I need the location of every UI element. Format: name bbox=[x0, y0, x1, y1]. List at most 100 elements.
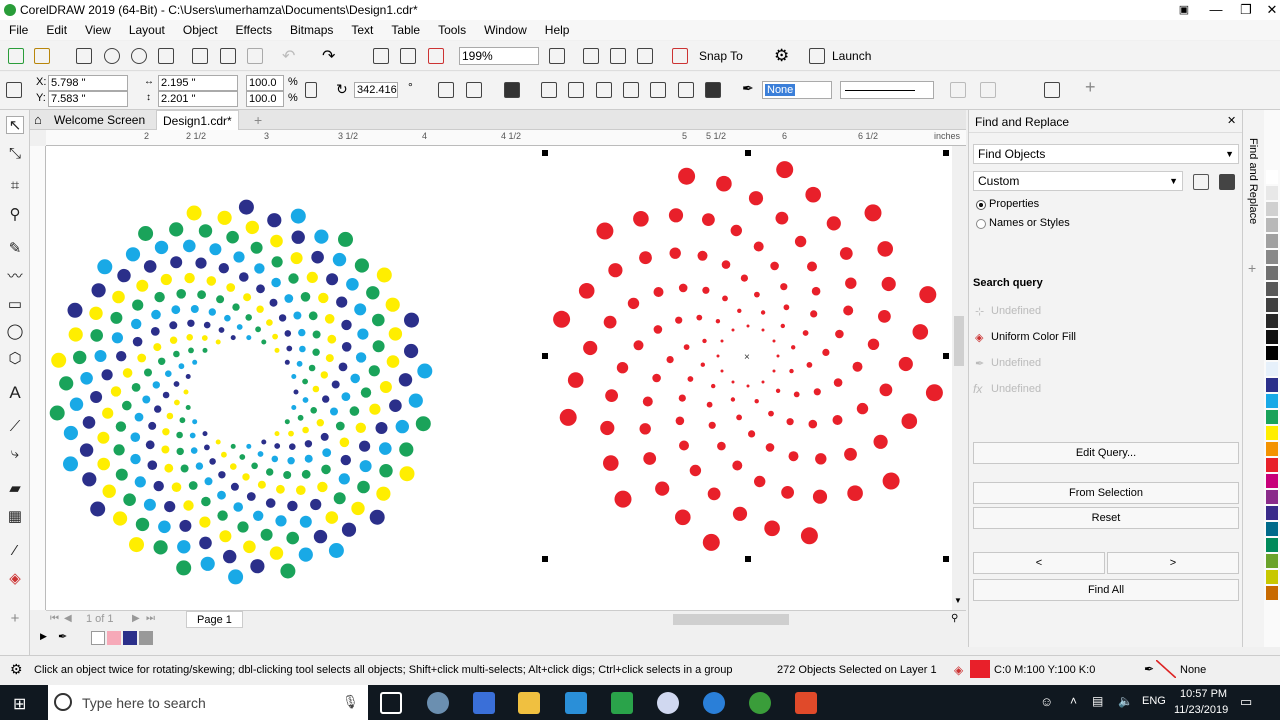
clock-time[interactable]: 10:57 PM bbox=[1180, 688, 1227, 700]
palette-swatch[interactable] bbox=[1266, 170, 1278, 184]
palette-swatch[interactable] bbox=[1266, 570, 1278, 584]
snap-off-icon[interactable] bbox=[672, 48, 688, 64]
query-item-1[interactable]: Undefined bbox=[991, 305, 1041, 317]
trim-icon[interactable] bbox=[678, 82, 694, 98]
publish-pdf-icon[interactable] bbox=[428, 48, 444, 64]
rotation-center-marker[interactable]: × bbox=[744, 352, 750, 363]
reset-button[interactable]: Reset bbox=[973, 507, 1239, 529]
mirror-vertical-icon[interactable] bbox=[466, 82, 482, 98]
palette-swatch[interactable] bbox=[1266, 522, 1278, 536]
rotation-angle-field[interactable]: 342.416 bbox=[354, 82, 398, 98]
mirror-horizontal-icon[interactable] bbox=[438, 82, 454, 98]
copy-icon[interactable] bbox=[220, 48, 236, 64]
height-field[interactable]: 2.201 " bbox=[158, 91, 238, 107]
menu-layout[interactable]: Layout bbox=[129, 23, 165, 37]
minimize-button[interactable]: — bbox=[1200, 0, 1232, 20]
palette-swatch[interactable] bbox=[1266, 218, 1278, 232]
task-view-icon[interactable] bbox=[380, 692, 402, 714]
zoom-level-field[interactable]: 199% bbox=[459, 47, 539, 65]
palette-swatch[interactable] bbox=[1266, 538, 1278, 552]
scroll-down-icon[interactable]: ▼ bbox=[954, 596, 962, 605]
interactive-fill-tool-icon[interactable]: ◈ bbox=[6, 570, 24, 588]
freehand-tool-icon[interactable]: ✎ bbox=[6, 240, 24, 258]
palette-swatch[interactable] bbox=[1266, 282, 1278, 296]
selection-handle[interactable] bbox=[542, 150, 548, 156]
swatch-navy[interactable] bbox=[123, 631, 137, 645]
selection-handle[interactable] bbox=[542, 353, 548, 359]
crop-tool-icon[interactable]: ⌗ bbox=[6, 177, 24, 195]
scale-x-field[interactable]: 100.0 bbox=[246, 75, 284, 91]
palette-swatch[interactable] bbox=[1266, 458, 1278, 472]
palette-swatch[interactable] bbox=[1266, 202, 1278, 216]
add-toolbar-icon[interactable]: + bbox=[1085, 77, 1096, 98]
network-icon[interactable]: ▤ bbox=[1092, 694, 1103, 708]
selection-handle[interactable] bbox=[745, 556, 751, 562]
palette-swatch[interactable] bbox=[1266, 346, 1278, 360]
palette-swatch[interactable] bbox=[1266, 474, 1278, 488]
next-page-icon[interactable]: ▶ bbox=[132, 613, 140, 624]
from-selection-button[interactable]: From Selection bbox=[973, 482, 1239, 504]
last-page-icon[interactable]: ⏭ bbox=[146, 613, 155, 624]
edit-query-button[interactable]: Edit Query... bbox=[973, 442, 1239, 464]
palette-swatch[interactable] bbox=[1266, 442, 1278, 456]
query-item-fill[interactable]: Uniform Color Fill bbox=[991, 331, 1076, 343]
import-icon[interactable] bbox=[373, 48, 389, 64]
group-icon[interactable] bbox=[504, 82, 520, 98]
find-mode-dropdown[interactable]: Find Objects ▼ bbox=[973, 144, 1239, 164]
recorder-icon[interactable] bbox=[795, 692, 817, 714]
swatch-gray[interactable] bbox=[139, 631, 153, 645]
new-tab-button[interactable]: + bbox=[248, 110, 268, 130]
query-item-3[interactable]: Undefined bbox=[991, 357, 1041, 369]
store-icon[interactable] bbox=[473, 692, 495, 714]
selection-handle[interactable] bbox=[745, 150, 751, 156]
save-icon[interactable] bbox=[76, 48, 92, 64]
grid-icon[interactable] bbox=[610, 48, 626, 64]
transparency-tool-icon[interactable]: ▦ bbox=[6, 508, 24, 526]
new-document-icon[interactable] bbox=[8, 48, 24, 64]
palette-swatch[interactable] bbox=[1266, 362, 1278, 376]
taskbar-app2-icon[interactable] bbox=[565, 692, 587, 714]
export-icon[interactable] bbox=[400, 48, 416, 64]
ungroup-icon[interactable] bbox=[541, 82, 557, 98]
cut-icon[interactable] bbox=[192, 48, 208, 64]
open-folder-icon[interactable] bbox=[34, 48, 50, 64]
selection-handle[interactable] bbox=[943, 353, 949, 359]
scale-y-field[interactable]: 100.0 bbox=[246, 91, 284, 107]
palette-swatch[interactable] bbox=[1266, 394, 1278, 408]
line-style-dropdown[interactable] bbox=[840, 81, 934, 99]
menu-object[interactable]: Object bbox=[183, 23, 218, 37]
browser-icon[interactable] bbox=[657, 692, 679, 714]
palette-swatch[interactable] bbox=[1266, 554, 1278, 568]
pick-tool-icon[interactable]: ↖ bbox=[6, 116, 24, 134]
break-apart-icon[interactable] bbox=[623, 82, 639, 98]
docker-vertical-tab[interactable]: Find and Replace + bbox=[1242, 110, 1264, 647]
tab-design1[interactable]: Design1.cdr* bbox=[156, 110, 239, 130]
rectangle-tool-icon[interactable]: ▭ bbox=[6, 296, 24, 314]
swatch-none[interactable] bbox=[91, 631, 105, 645]
menu-tools[interactable]: Tools bbox=[438, 23, 466, 37]
taskbar-app-icon[interactable] bbox=[427, 692, 449, 714]
reference-point-icon[interactable] bbox=[6, 82, 22, 98]
open-query-folder-icon[interactable] bbox=[1193, 174, 1209, 190]
intersect-icon[interactable] bbox=[705, 82, 721, 98]
palette-expand-icon[interactable]: ▶ bbox=[40, 631, 47, 642]
clock-date[interactable]: 11/23/2019 bbox=[1174, 704, 1228, 716]
selection-handle[interactable] bbox=[943, 556, 949, 562]
connector-tool-icon[interactable]: ⤷ bbox=[6, 445, 24, 463]
cloud-import-icon[interactable] bbox=[104, 48, 120, 64]
polygon-tool-icon[interactable]: ⬡ bbox=[6, 350, 24, 368]
palette-eyedropper-icon[interactable]: ✒ bbox=[58, 630, 67, 643]
print-icon[interactable] bbox=[158, 48, 174, 64]
lock-ratio-icon[interactable] bbox=[305, 82, 317, 98]
selection-handle[interactable] bbox=[542, 556, 548, 562]
snap-to-dropdown[interactable]: Snap To bbox=[699, 49, 743, 63]
text-tool-icon[interactable]: A bbox=[6, 384, 24, 402]
vertical-scrollbar[interactable]: ▼ bbox=[952, 146, 966, 610]
ungroup-all-icon[interactable] bbox=[568, 82, 584, 98]
home-icon[interactable]: ⌂ bbox=[34, 112, 42, 127]
palette-swatch[interactable] bbox=[1266, 266, 1278, 280]
palette-swatch[interactable] bbox=[1266, 586, 1278, 600]
zoom-canvas-icon[interactable]: ⚲ bbox=[951, 613, 958, 624]
drop-shadow-tool-icon[interactable]: ▰ bbox=[6, 480, 24, 498]
start-arrow-icon[interactable] bbox=[950, 82, 966, 98]
